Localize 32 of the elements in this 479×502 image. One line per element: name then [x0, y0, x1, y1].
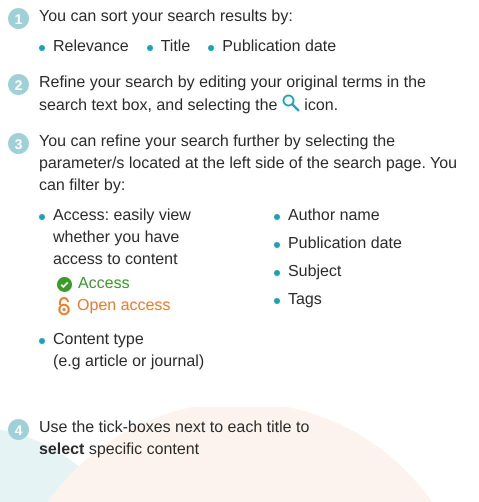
step-text: You can refine your search further by selecting the parameter/s located at the left side of the search page. You can filter by: — [39, 132, 458, 196]
filter-option: Subject — [288, 261, 342, 283]
bullet-icon — [274, 298, 280, 304]
filter-option: Publication date — [288, 233, 402, 255]
step-text: Use the tick-boxes next to each title to select specific content — [39, 418, 310, 460]
bullet-icon — [274, 214, 280, 220]
sort-option: Publication date — [222, 36, 336, 58]
step-number: 4 — [8, 419, 29, 440]
step-text: Refine your search by editing your original terms in the search text box, and selecting the icon. — [39, 73, 427, 116]
open-access-label: Open access — [77, 296, 170, 316]
step-number: 3 — [8, 133, 29, 154]
search-icon — [282, 94, 300, 112]
filter-option: Author name — [288, 205, 380, 227]
open-lock-icon — [57, 297, 71, 315]
bullet-icon — [208, 45, 214, 51]
filter-note: (e.g article or journal) — [53, 352, 206, 372]
bullet-icon — [39, 214, 45, 220]
filter-option: Content type — [53, 329, 218, 351]
bullet-icon — [39, 338, 45, 344]
bullet-icon — [146, 45, 153, 51]
check-circle-icon — [57, 276, 72, 292]
sort-option: Relevance — [53, 36, 129, 58]
bullet-icon — [274, 270, 280, 276]
filter-option: Access: easily view whether you have access to content — [53, 205, 218, 271]
bullet-icon — [39, 45, 45, 51]
step-number: 2 — [8, 74, 29, 95]
step-number: 1 — [8, 8, 29, 29]
bullet-icon — [274, 242, 280, 248]
filter-option: Tags — [288, 289, 322, 311]
step-text: You can sort your search results by: — [39, 7, 294, 27]
sort-option: Title — [160, 36, 190, 58]
access-label: Access — [78, 274, 130, 294]
